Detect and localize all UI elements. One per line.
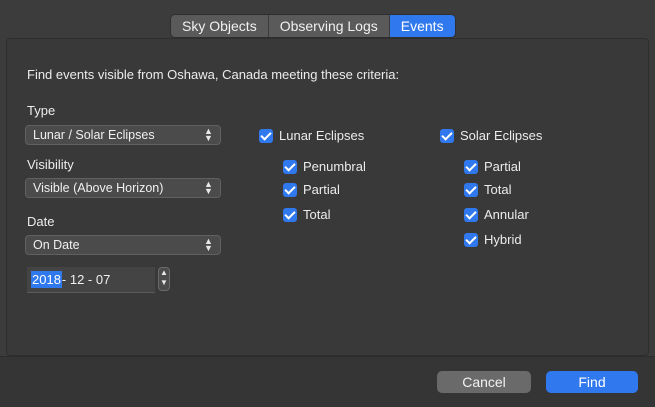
- lunar-partial-checkbox[interactable]: Partial: [283, 182, 340, 197]
- type-popup[interactable]: Lunar / Solar Eclipses ▲ ▼: [25, 125, 221, 145]
- date-year-segment[interactable]: 2018: [31, 271, 62, 288]
- date-label: Date: [27, 214, 55, 229]
- type-label: Type: [27, 103, 56, 118]
- tab-sky-objects[interactable]: Sky Objects: [171, 15, 269, 37]
- date-field[interactable]: 2018- 12 - 07: [27, 267, 155, 293]
- checkbox-label: Partial: [303, 182, 340, 197]
- lunar-eclipses-label: Lunar Eclipses: [279, 128, 365, 143]
- checkmark-icon: [283, 182, 297, 197]
- date-month-day[interactable]: - 12 - 07: [62, 272, 110, 287]
- checkbox-label: Penumbral: [303, 159, 366, 174]
- date-mode-value: On Date: [33, 238, 80, 252]
- visibility-popup[interactable]: Visible (Above Horizon) ▲ ▼: [25, 178, 221, 198]
- solar-eclipses-label: Solar Eclipses: [460, 128, 543, 143]
- checkbox-label: Hybrid: [484, 232, 522, 247]
- lunar-penumbral-checkbox[interactable]: Penumbral: [283, 159, 366, 174]
- criteria-prompt: Find events visible from Oshawa, Canada …: [27, 67, 400, 82]
- type-popup-value: Lunar / Solar Eclipses: [33, 128, 155, 142]
- checkbox-label: Annular: [484, 207, 529, 222]
- checkbox-label: Total: [303, 207, 331, 222]
- chevron-updown-icon: ▲ ▼: [204, 126, 213, 143]
- checkbox-label: Partial: [484, 159, 521, 174]
- lunar-eclipses-checkbox[interactable]: Lunar Eclipses: [259, 128, 364, 143]
- checkmark-icon: [464, 159, 478, 174]
- solar-annular-checkbox[interactable]: Annular: [464, 207, 529, 222]
- date-stepper[interactable]: ▲ ▼: [158, 267, 170, 291]
- date-mode-popup[interactable]: On Date ▲ ▼: [25, 235, 221, 255]
- checkmark-icon: [283, 207, 297, 222]
- checkmark-icon: [440, 128, 454, 143]
- cancel-button[interactable]: Cancel: [437, 371, 531, 393]
- solar-partial-checkbox[interactable]: Partial: [464, 159, 521, 174]
- tab-observing-logs[interactable]: Observing Logs: [269, 15, 390, 37]
- find-button[interactable]: Find: [546, 371, 638, 393]
- segmented-tabs: Sky Objects Observing Logs Events: [170, 14, 456, 38]
- solar-eclipses-checkbox[interactable]: Solar Eclipses: [440, 128, 542, 143]
- checkbox-label: Total: [484, 182, 512, 197]
- checkmark-icon: [259, 128, 273, 143]
- chevron-updown-icon: ▲ ▼: [204, 179, 213, 196]
- checkmark-icon: [283, 159, 297, 174]
- solar-total-checkbox[interactable]: Total: [464, 182, 511, 197]
- lunar-total-checkbox[interactable]: Total: [283, 207, 330, 222]
- checkmark-icon: [464, 182, 478, 197]
- visibility-label: Visibility: [27, 157, 74, 172]
- checkmark-icon: [464, 232, 478, 247]
- visibility-popup-value: Visible (Above Horizon): [33, 181, 164, 195]
- solar-hybrid-checkbox[interactable]: Hybrid: [464, 232, 522, 247]
- tab-events[interactable]: Events: [389, 15, 455, 37]
- chevron-updown-icon: ▲ ▼: [204, 236, 213, 253]
- checkmark-icon: [464, 207, 478, 222]
